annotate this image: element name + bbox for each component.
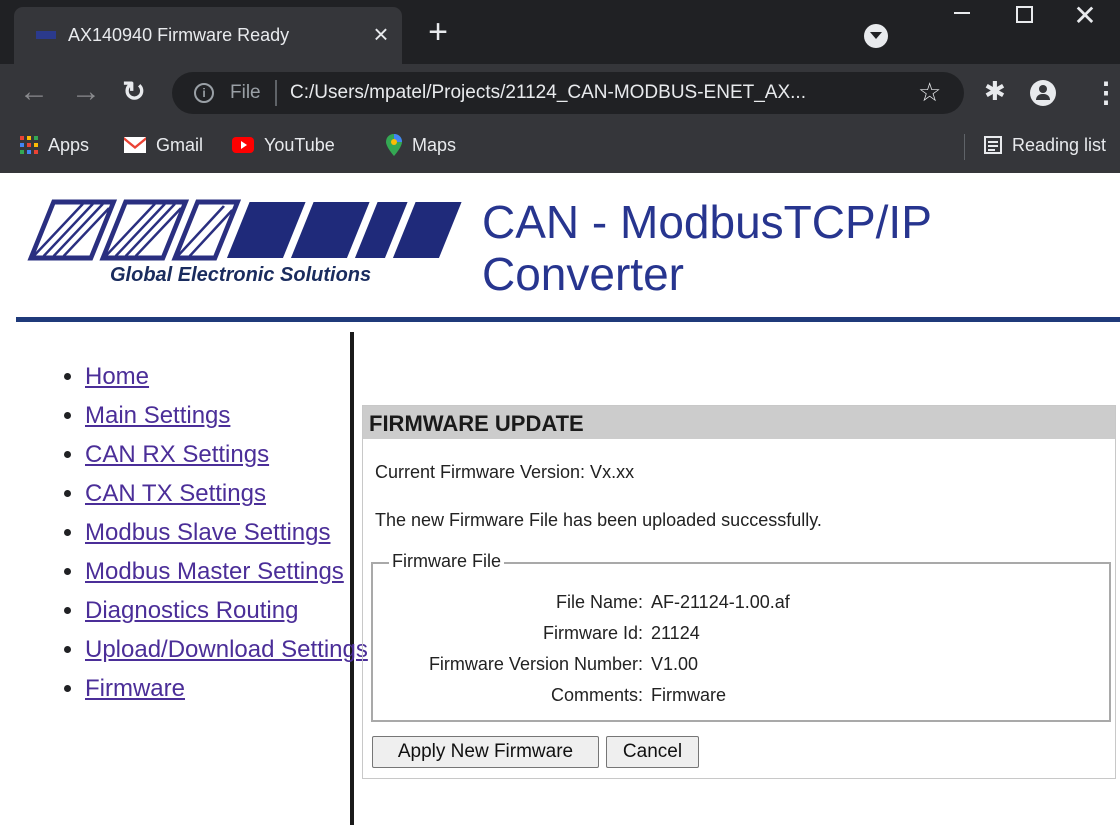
nav-item-modbus-slave-settings: Modbus Slave Settings (85, 513, 385, 552)
file-name-value: AF-21124-1.00.af (651, 592, 790, 612)
nav-link-upload-download-settings[interactable]: Upload/Download Settings (85, 636, 368, 663)
bookmark-label: Gmail (156, 134, 204, 155)
nav-link-diagnostics-routing[interactable]: Diagnostics Routing (85, 597, 298, 624)
window-close-button[interactable]: ✕ (1058, 2, 1112, 42)
bookmark-star-icon[interactable]: ☆ (918, 77, 941, 108)
maps-icon (386, 134, 402, 157)
bookmark-apps[interactable]: Apps (20, 134, 89, 160)
upload-status-message: The new Firmware File has been uploaded … (375, 510, 822, 530)
nav-link-can-tx-settings[interactable]: CAN TX Settings (85, 480, 266, 507)
nav-link-can-rx-settings[interactable]: CAN RX Settings (85, 441, 269, 468)
bookmarks-divider (964, 134, 965, 160)
forward-arrow-icon[interactable]: → (68, 74, 104, 110)
apps-grid-icon (20, 136, 38, 155)
tab-search-icon[interactable] (864, 24, 888, 48)
nav-link-modbus-master-settings[interactable]: Modbus Master Settings (85, 558, 344, 585)
tab-title: AX140940 Firmware Ready (68, 25, 290, 45)
page-title: CAN - ModbusTCP/IP Converter (482, 196, 932, 300)
info-icon[interactable]: i (194, 83, 214, 103)
current-firmware-version: Current Firmware Version: Vx.xx (375, 462, 635, 482)
back-arrow-icon[interactable]: ← (16, 74, 52, 110)
bookmark-youtube[interactable]: YouTube (232, 134, 335, 160)
header-divider (16, 317, 1120, 322)
bookmark-label: YouTube (264, 134, 335, 155)
logo-tagline: Global Electronic Solutions (110, 264, 372, 286)
nav-item-home: Home (85, 357, 385, 396)
firmware-id-row: Firmware Id: 21124 (373, 623, 1113, 647)
nav-item-diagnostics-routing: Diagnostics Routing (85, 591, 385, 630)
nav-link-modbus-slave-settings[interactable]: Modbus Slave Settings (85, 519, 330, 546)
menu-icon[interactable]: ⋮ (1092, 76, 1120, 109)
browser-toolbar: ← → ↻ i File C:/Users/mpatel/Projects/21… (0, 64, 1120, 121)
browser-tab[interactable]: AX140940 Firmware Ready × (14, 7, 402, 64)
firmware-version-label: Firmware Version Number: (428, 654, 643, 674)
firmware-version-value: V1.00 (651, 654, 699, 674)
window-minimize-button[interactable] (934, 2, 988, 42)
new-tab-button[interactable]: + (420, 14, 456, 50)
cancel-button[interactable]: Cancel (606, 736, 699, 768)
firmware-id-label: Firmware Id: (542, 623, 643, 643)
url-divider (275, 80, 277, 106)
file-name-row: File Name: AF-21124-1.00.af (373, 592, 1113, 616)
reading-list-label: Reading list (1012, 134, 1107, 155)
bookmark-label: Apps (48, 134, 90, 155)
nav-item-firmware: Firmware (85, 669, 385, 708)
profile-icon[interactable] (1030, 80, 1056, 106)
nav-item-can-rx-settings: CAN RX Settings (85, 435, 385, 474)
nav-link-main-settings[interactable]: Main Settings (85, 402, 230, 429)
firmware-version-row: Firmware Version Number: V1.00 (373, 654, 1113, 678)
gmail-icon (124, 137, 146, 154)
nav-item-can-tx-settings: CAN TX Settings (85, 474, 385, 513)
tab-close-icon[interactable]: × (366, 19, 396, 49)
sidebar-nav: Home Main Settings CAN RX Settings CAN T… (42, 357, 385, 708)
comments-label: Comments: (550, 685, 643, 705)
firmware-update-panel: FIRMWARE UPDATE Current Firmware Version… (362, 405, 1116, 779)
fieldset-legend: Firmware File (389, 551, 505, 572)
url-text[interactable]: C:/Users/mpatel/Projects/21124_CAN-MODBU… (290, 82, 806, 104)
reload-icon[interactable]: ↻ (116, 74, 152, 110)
extensions-icon[interactable]: ✱ (984, 76, 1006, 107)
page-favicon-icon (36, 31, 56, 39)
panel-title: FIRMWARE UPDATE (363, 406, 1115, 439)
apply-new-firmware-button[interactable]: Apply New Firmware (372, 736, 599, 768)
nav-item-main-settings: Main Settings (85, 396, 385, 435)
nav-link-home[interactable]: Home (85, 363, 149, 390)
reading-list-icon (984, 136, 1002, 155)
comments-value: Firmware (651, 685, 726, 705)
youtube-icon (232, 137, 254, 154)
nav-item-modbus-master-settings: Modbus Master Settings (85, 552, 385, 591)
reading-list-button[interactable]: Reading list (984, 134, 1106, 160)
browser-tabstrip: AX140940 Firmware Ready × + ✕ (0, 0, 1120, 64)
nav-link-firmware[interactable]: Firmware (85, 675, 185, 702)
bookmarks-bar: Apps Gmail YouTube Maps Reading list (0, 121, 1120, 173)
bookmark-maps[interactable]: Maps (386, 134, 456, 160)
address-bar[interactable]: i File C:/Users/mpatel/Projects/21124_CA… (172, 72, 964, 114)
firmware-file-fieldset: Firmware File File Name: AF-21124-1.00.a… (371, 551, 1113, 722)
nav-item-upload-download-settings: Upload/Download Settings (85, 630, 385, 669)
file-name-label: File Name: (555, 592, 643, 612)
bookmark-label: Maps (412, 134, 457, 155)
bookmark-gmail[interactable]: Gmail (124, 134, 203, 160)
comments-row: Comments: Firmware (373, 685, 1113, 709)
firmware-id-value: 21124 (651, 623, 700, 643)
url-scheme: File (230, 82, 261, 103)
window-maximize-button[interactable] (996, 2, 1050, 42)
